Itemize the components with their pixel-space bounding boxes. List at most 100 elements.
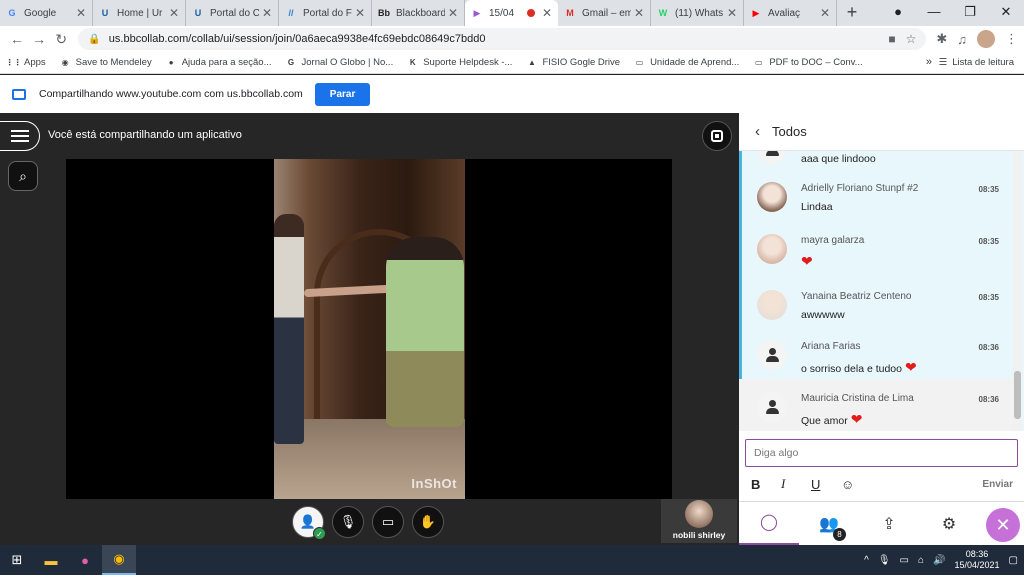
bookmark-item[interactable]: ⋮⋮ Apps [6, 57, 46, 68]
stop-share-button[interactable] [702, 121, 732, 151]
screen-share-bar: Compartilhando www.youtube.com com us.bb… [0, 75, 1024, 113]
chat-tab[interactable]: ◯ [739, 502, 799, 546]
bookmarks-overflow-button[interactable]: » [926, 56, 932, 68]
browser-tab[interactable]: M Gmail – em ✕ [558, 0, 651, 26]
scrollbar-thumb[interactable] [1014, 371, 1021, 419]
close-tab-icon[interactable]: ✕ [448, 6, 458, 20]
bookmark-item[interactable]: ▭ PDF to DOC – Conv... [753, 57, 863, 68]
microphone-icon[interactable]: 🎙 [878, 555, 891, 566]
emoji-button[interactable]: ☺ [841, 477, 871, 492]
bookmark-list: ⋮⋮ Apps ◉ Save to Mendeley ● Ajuda para a seç… [6, 57, 877, 68]
share-content-tab[interactable]: ⇪ [859, 502, 919, 546]
session-menu-button[interactable] [0, 121, 40, 151]
bookmark-item[interactable]: ▭ Unidade de Aprend... [634, 57, 740, 68]
start-button[interactable]: ⊞ [0, 545, 34, 575]
stop-sharing-button[interactable]: Parar [314, 82, 371, 106]
chat-bubble-icon: ◯ [760, 514, 778, 531]
my-status-button[interactable]: 👤 ✓ [292, 506, 326, 540]
tab-title: Portal do F [303, 7, 352, 19]
bookmark-item[interactable]: K Suporte Helpdesk -... [407, 57, 513, 68]
bookmark-item[interactable]: ▲ FISIO Gogle Drive [526, 57, 620, 68]
close-tab-icon[interactable]: ✕ [820, 6, 830, 20]
heart-emoji-icon: ❤ [904, 359, 917, 375]
close-tab-icon[interactable]: ✕ [262, 6, 272, 20]
bold-button[interactable]: B [751, 477, 781, 492]
file-explorer-button[interactable]: ▬ [34, 545, 68, 575]
notifications-icon[interactable]: ▢ [1009, 555, 1018, 566]
close-tab-icon[interactable]: ✕ [727, 6, 737, 20]
bookmark-item[interactable]: ● Ajuda para a seção... [166, 57, 272, 68]
panel-nav: ◯ 👥 8 ⇪ ⚙ ✕ [739, 501, 1024, 546]
profile-avatar[interactable] [976, 30, 995, 48]
attendees-tab[interactable]: 👥 8 [799, 502, 859, 546]
participant-video-tile[interactable]: nobili shirley [661, 499, 737, 543]
back-button[interactable]: ← [6, 31, 28, 47]
user-icon [765, 151, 779, 156]
back-chevron-icon[interactable]: ‹ [755, 123, 760, 140]
tab-favicon-icon: ▶ [473, 7, 481, 18]
italic-button[interactable]: I [781, 476, 811, 492]
chrome-menu-icon[interactable]: ⋮ [1005, 31, 1018, 47]
chrome-taskbar-button[interactable]: ◉ [102, 545, 136, 575]
browser-tab[interactable]: W (11) Whats ✕ [651, 0, 744, 26]
browser-tab[interactable]: ▶ 15/04 ✕ [465, 0, 558, 26]
new-tab-button[interactable]: + [837, 0, 867, 26]
extensions-icon[interactable]: ✱ [936, 31, 947, 47]
address-bar[interactable]: 🔒 us.bbcollab.com/collab/ui/session/join… [78, 28, 927, 50]
bookmark-label: FISIO Gogle Drive [542, 57, 621, 68]
camera-toggle-button[interactable]: ▭ [372, 506, 404, 538]
clock[interactable]: 08:36 15/04/2021 [955, 549, 1000, 571]
send-button[interactable]: Enviar [982, 479, 1013, 490]
bookmark-star-icon[interactable]: ☆ [906, 32, 917, 46]
chevron-up-icon[interactable]: ^ [864, 555, 869, 566]
message-time: 08:35 [978, 185, 999, 194]
browser-tab[interactable]: U Portal do C ✕ [186, 0, 279, 26]
media-control-icon[interactable]: ♫ [957, 32, 967, 47]
battery-icon[interactable]: ▭ [900, 555, 909, 566]
tab-favicon-icon: W [658, 8, 668, 18]
chat-input[interactable]: Diga algo [745, 439, 1018, 467]
tab-favicon-icon: Bb [378, 8, 390, 18]
volume-icon[interactable]: 🔊 [933, 555, 945, 566]
chat-scrollbar[interactable] [1013, 151, 1022, 431]
browser-tab[interactable]: Bb Blackboard ✕ [372, 0, 465, 26]
browser-toolbar: ← → ↻ 🔒 us.bbcollab.com/collab/ui/sessio… [0, 26, 1024, 52]
close-panel-button[interactable]: ✕ [986, 508, 1020, 542]
microphone-toggle-button[interactable]: 🎙 [332, 506, 364, 538]
heart-emoji-icon: ❤ [850, 411, 863, 427]
browser-tab[interactable]: U Home | Ur ✕ [93, 0, 186, 26]
user-icon [765, 400, 779, 414]
raise-hand-button[interactable]: ✋ [412, 506, 444, 538]
bookmark-item[interactable]: ◉ Save to Mendeley [60, 57, 152, 68]
browser-tab[interactable]: // Portal do F ✕ [279, 0, 372, 26]
content-search-button[interactable]: ⌕ [8, 161, 38, 191]
shared-video: InShOt [274, 159, 465, 499]
close-tab-icon[interactable]: ✕ [355, 6, 365, 20]
close-window-button[interactable]: ✕ [988, 0, 1024, 26]
forward-button[interactable]: → [28, 31, 50, 47]
bookmark-item[interactable]: G Jornal O Globo | No... [286, 57, 393, 68]
app-drop-button[interactable]: ● [68, 545, 102, 575]
message-text: aaa que lindooo [801, 153, 876, 165]
user-icon [765, 348, 779, 362]
bookmark-label: PDF to DOC – Conv... [769, 57, 863, 68]
close-tab-icon[interactable]: ✕ [169, 6, 179, 20]
underline-button[interactable]: U [811, 477, 841, 492]
browser-tab[interactable]: ▶ Avaliaç ✕ [744, 0, 837, 26]
camera-icon[interactable]: ■ [888, 32, 895, 46]
url-text: us.bbcollab.com/collab/ui/session/join/0… [108, 33, 486, 45]
reading-list-button[interactable]: ☰ Lista de leitura [939, 57, 1014, 68]
reload-button[interactable]: ↻ [50, 31, 72, 48]
minimize-button[interactable]: — [916, 0, 952, 26]
close-tab-icon[interactable]: ✕ [542, 6, 552, 20]
settings-tab[interactable]: ⚙ [919, 502, 979, 546]
tab-favicon-icon: U [101, 8, 109, 18]
close-tab-icon[interactable]: ✕ [634, 6, 644, 20]
network-icon[interactable]: ⌂ [918, 555, 924, 566]
close-tab-icon[interactable]: ✕ [76, 6, 86, 20]
bookmark-favicon-icon: ▭ [755, 58, 763, 67]
browser-tab[interactable]: G Google ✕ [0, 0, 93, 26]
profile-menu-icon[interactable]: ● [880, 0, 916, 26]
collab-main-stage: Você está compartilhando um aplicativo ⌕… [0, 113, 739, 545]
restore-button[interactable]: ❐ [952, 0, 988, 26]
